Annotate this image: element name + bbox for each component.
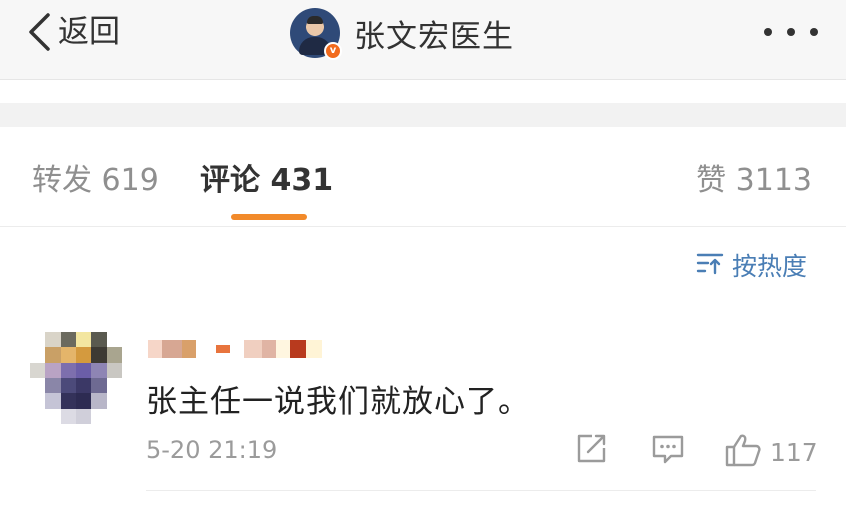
comment-bubble-icon: [650, 432, 686, 470]
like-count: 117: [770, 437, 818, 467]
tab-bar: 转发 619 评论 431 赞 3113: [0, 127, 846, 227]
back-button[interactable]: 返回: [26, 12, 120, 52]
active-tab-indicator: [231, 214, 307, 220]
verified-badge: v: [324, 42, 342, 60]
comment-item: 张主任一说我们就放心了。 5-20 21:19 117: [0, 320, 846, 495]
tab-comment[interactable]: 评论 431: [200, 161, 333, 201]
more-dots-icon: [810, 28, 818, 36]
profile-header[interactable]: v 张文宏医生: [290, 6, 514, 60]
tab-repost[interactable]: 转发 619: [32, 161, 159, 201]
sort-by-hot-button[interactable]: 按热度: [696, 247, 807, 283]
thumbs-up-icon: [724, 432, 762, 472]
top-bar: 返回 v 张文宏医生: [0, 0, 846, 80]
more-dots-icon: [787, 28, 795, 36]
avatar-hair: [307, 16, 323, 24]
avatar[interactable]: v: [290, 8, 342, 60]
profile-name: 张文宏医生: [354, 18, 514, 55]
comment-username[interactable]: [148, 332, 332, 366]
avatar[interactable]: [30, 332, 122, 424]
share-icon: [574, 432, 608, 470]
tab-like[interactable]: 赞 3113: [696, 161, 812, 201]
back-label: 返回: [58, 14, 120, 50]
more-dots-icon: [764, 28, 772, 36]
reply-button[interactable]: [650, 432, 686, 470]
like-button[interactable]: 117: [724, 432, 818, 472]
more-button[interactable]: [764, 22, 818, 42]
comment-time: 5-20 21:19: [146, 436, 278, 464]
comment-separator: [146, 490, 816, 491]
share-button[interactable]: [574, 432, 608, 470]
chevron-left-icon: [26, 12, 52, 52]
section-divider: [0, 103, 846, 127]
sort-label: 按热度: [732, 252, 808, 281]
comment-text: 张主任一说我们就放心了。: [146, 384, 530, 420]
sort-icon: [696, 251, 724, 279]
